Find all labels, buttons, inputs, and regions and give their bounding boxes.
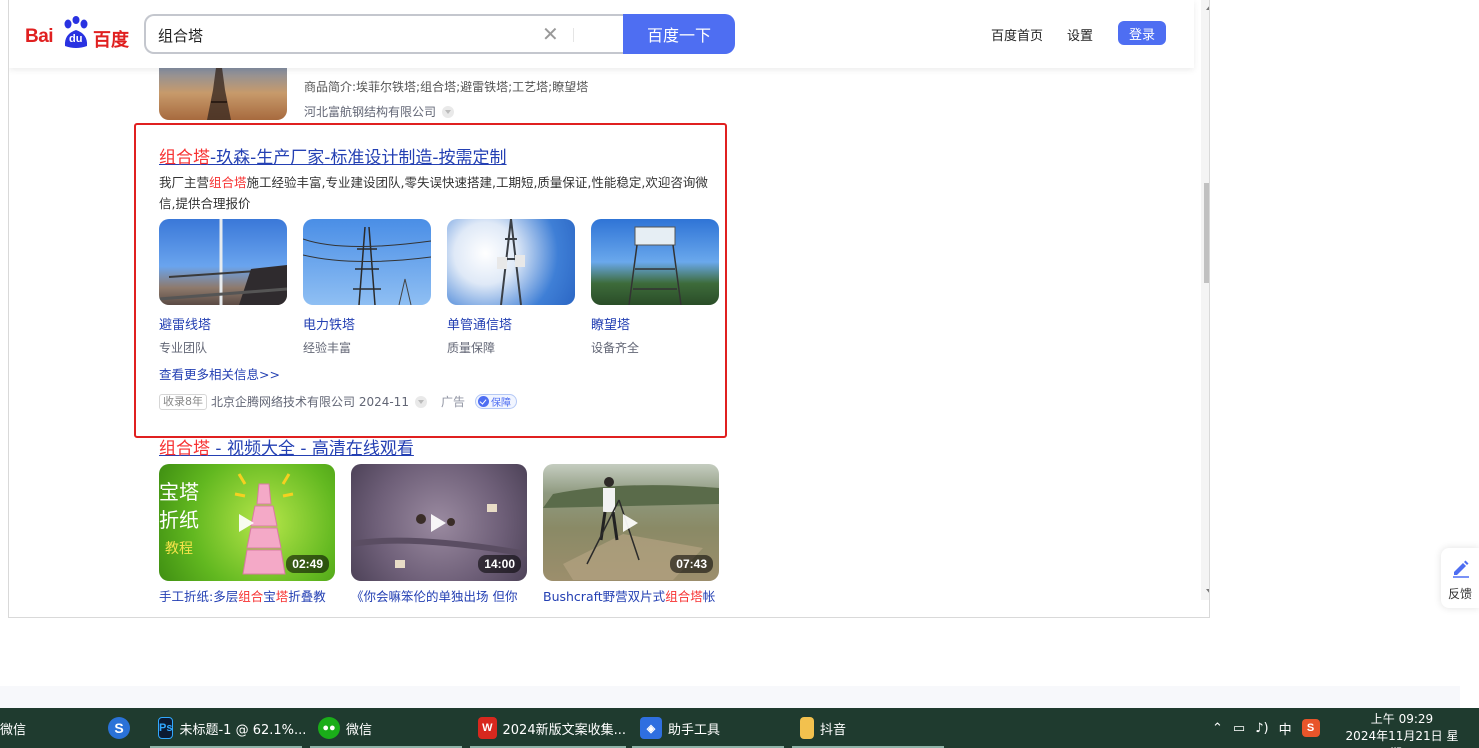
video-overlay-text: 宝塔 (159, 480, 199, 504)
ad-result-source[interactable]: 北京企腾网络技术有限公司 2024-11 (211, 393, 409, 410)
wps-icon: W (478, 717, 497, 739)
taskbar-item-helper-tool[interactable]: ◈ 助手工具 (632, 708, 784, 748)
ad-result-title[interactable]: 组合塔-玖森-生产厂家-标准设计制造-按需定制 (159, 143, 507, 168)
product-card-sub: 设备齐全 (591, 341, 640, 355)
scrollbar[interactable] (1201, 0, 1209, 600)
chevron-up-icon[interactable]: ⌃ (1212, 721, 1223, 736)
video-overlay-text: 折纸 (159, 508, 199, 532)
scrollbar-thumb[interactable] (1204, 183, 1209, 283)
shield-icon: ◈ (640, 717, 662, 739)
volume-icon[interactable]: ♪) (1255, 721, 1268, 736)
video-result-title[interactable]: 组合塔 - 视频大全 - 高清在线观看 (159, 434, 414, 459)
play-icon[interactable] (431, 514, 446, 532)
close-icon[interactable]: ✕ (542, 22, 559, 46)
product-card-name[interactable]: 瞭望塔 (591, 314, 719, 333)
video-card[interactable]: 宝塔 折纸 教程 02:49 (159, 464, 335, 581)
pen-icon (1453, 560, 1469, 578)
ad-result-source-line: 收录8年 北京企腾网络技术有限公司 2024-11 广告 保障 (159, 393, 517, 410)
video-caption[interactable]: 手工折纸:多层组合宝塔折叠教 (159, 586, 335, 605)
product-image[interactable] (447, 219, 575, 305)
video-duration: 02:49 (286, 555, 329, 573)
product-card[interactable]: 单管通信塔 质量保障 (447, 219, 575, 356)
clock[interactable]: 上午 09:29 2024年11月21日 星期四 (1342, 711, 1462, 748)
search-input[interactable] (158, 24, 518, 46)
nav-settings-link[interactable]: 设置 (1067, 25, 1093, 44)
taskbar-item-sogou[interactable]: S (108, 708, 136, 748)
page-bottom-strip (0, 686, 1460, 708)
product-image[interactable] (591, 219, 719, 305)
play-icon[interactable] (239, 514, 254, 532)
product-card-sub: 经验丰富 (303, 341, 352, 355)
product-image[interactable] (159, 219, 287, 305)
video-card[interactable]: 14:00 (351, 464, 527, 581)
product-card-name[interactable]: 避雷线塔 (159, 314, 287, 333)
page: 商品简介:埃菲尔铁塔;组合塔;避雷铁塔;工艺塔;瞭望塔 河北富航钢结构有限公司 … (0, 0, 1479, 748)
login-button[interactable]: 登录 (1118, 21, 1166, 45)
taskbar-item-photoshop[interactable]: Ps 未标题-1 @ 62.1%... (150, 708, 306, 748)
video-overlay-text: 教程 (165, 541, 193, 557)
product-card-name[interactable]: 电力铁塔 (303, 314, 431, 333)
more-info-link[interactable]: 查看更多相关信息>> (159, 364, 280, 383)
nav-home-link[interactable]: 百度首页 (991, 25, 1043, 44)
sogou-ime-icon[interactable]: S (1301, 719, 1320, 737)
prev-result-thumbnail[interactable] (159, 60, 287, 120)
photoshop-icon: Ps (158, 717, 174, 739)
chevron-down-icon[interactable] (414, 395, 427, 408)
indexed-tag: 收录8年 (159, 393, 207, 410)
product-card-name[interactable]: 单管通信塔 (447, 314, 575, 333)
divider (573, 28, 574, 42)
search-box[interactable]: ✕ (144, 14, 624, 54)
wechat-icon: ●● (318, 717, 340, 739)
taskbar-item-wechat-partial[interactable]: 微信 (0, 708, 26, 748)
scroll-up-icon[interactable] (1206, 5, 1209, 10)
product-card[interactable]: 避雷线塔 专业团队 (159, 219, 287, 356)
video-duration: 07:43 (670, 555, 713, 573)
prev-result-summary: 商品简介:埃菲尔铁塔;组合塔;避雷铁塔;工艺塔;瞭望塔 (304, 80, 589, 94)
video-caption[interactable]: Bushcraft野营双片式组合塔帐 (543, 586, 719, 605)
scroll-down-icon[interactable] (1206, 589, 1209, 594)
search-button[interactable]: 百度一下 (623, 14, 735, 54)
feedback-button[interactable]: 反馈 (1441, 548, 1479, 608)
taskbar-item-wechat[interactable]: ●● 微信 (310, 708, 462, 748)
video-card[interactable]: 07:43 (543, 464, 719, 581)
product-card-sub: 专业团队 (159, 341, 208, 355)
chevron-down-icon[interactable] (442, 106, 455, 118)
sogou-browser-icon: S (108, 717, 130, 739)
product-card[interactable]: 电力铁塔 经验丰富 (303, 219, 431, 356)
ime-indicator[interactable]: 中 (1279, 719, 1292, 738)
product-card-sub: 质量保障 (447, 341, 496, 355)
video-caption[interactable]: 《你会嘛笨伦的单独出场 但你 (351, 586, 527, 605)
guarantee-badge[interactable]: 保障 (474, 394, 517, 409)
prev-result-source[interactable]: 河北富航钢结构有限公司 (304, 103, 455, 120)
product-card[interactable]: 瞭望塔 设备齐全 (591, 219, 719, 356)
shield-check-icon (477, 396, 489, 407)
video-duration: 14:00 (478, 555, 521, 573)
network-icon[interactable]: ▭ (1233, 721, 1245, 736)
ad-label: 广告 (440, 395, 465, 409)
baidu-logo[interactable]: Bai du 百度 (25, 16, 133, 52)
taskbar: 微信 S Ps 未标题-1 @ 62.1%... ●● 微信 W 2024新版文… (0, 708, 1479, 748)
taskbar-item-douyin[interactable]: 抖音 (792, 708, 944, 748)
play-icon[interactable] (623, 514, 638, 532)
ad-result-description: 我厂主营组合塔施工经验丰富,专业建设团队,零失误快速搭建,工期短,质量保证,性能… (159, 175, 708, 211)
system-tray: ⌃ ▭ ♪) 中 S (1212, 708, 1326, 748)
folder-icon (800, 717, 814, 739)
taskbar-item-wps[interactable]: W 2024新版文案收集... (470, 708, 626, 748)
browser-content: 商品简介:埃菲尔铁塔;组合塔;避雷铁塔;工艺塔;瞭望塔 河北富航钢结构有限公司 … (8, 0, 1210, 618)
search-header: Bai du 百度 ✕ 百度一下 百度首页 设置 登录 (9, 0, 1194, 68)
product-image[interactable] (303, 219, 431, 305)
